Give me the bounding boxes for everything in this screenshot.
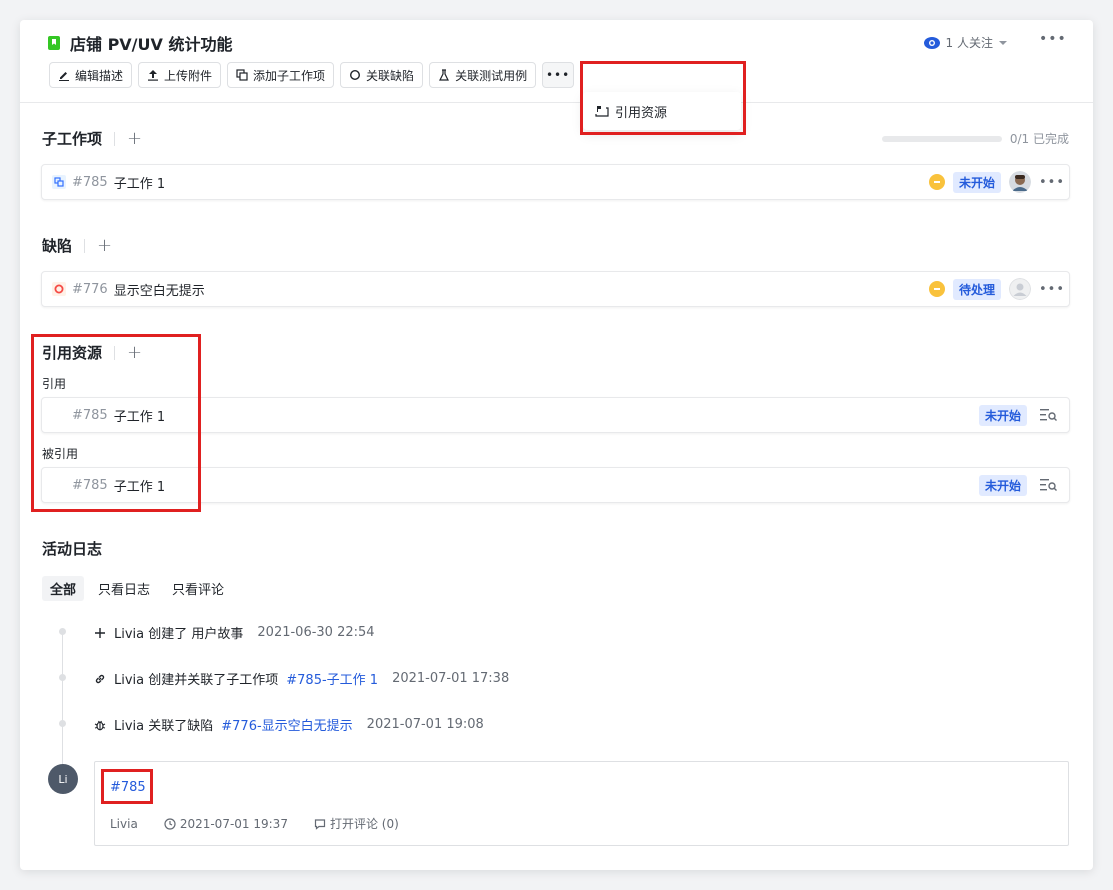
timeline-dot: [59, 720, 66, 727]
bug-link[interactable]: #776-显示空白无提示: [221, 715, 352, 734]
progress-bar: [881, 135, 1002, 142]
eye-icon: [923, 36, 940, 49]
flask-icon: [439, 69, 450, 81]
list-search-icon[interactable]: [1039, 407, 1059, 423]
subitem-row[interactable]: #785 子工作 1 未开始 •••: [41, 164, 1070, 200]
comment-time: 2021-07-01 19:37: [179, 816, 288, 831]
comment-meta: Livia 2021-07-01 19:37 打开评论 (0): [110, 815, 399, 832]
add-subitem-plus-button[interactable]: +: [127, 129, 142, 148]
commenter-avatar[interactable]: Li: [48, 764, 78, 794]
subitem-type-icon: [52, 175, 66, 189]
bug-icon: [94, 720, 106, 730]
subitem-link[interactable]: #785-子工作 1: [286, 669, 378, 688]
highlight-box-references: [31, 334, 201, 512]
tab-comments-only[interactable]: 只看评论: [164, 576, 232, 601]
progress-text: 0/1 已完成: [1009, 132, 1069, 146]
bug-id: #776: [72, 281, 108, 297]
row-more-button[interactable]: •••: [1039, 175, 1064, 190]
timeline-dot: [59, 628, 66, 635]
log-entry: Livia 创建了 用户故事 2021-06-30 22:54: [94, 623, 375, 642]
page-title: 店铺 PV/UV 统计功能: [70, 35, 233, 54]
work-item-detail-card: 店铺 PV/UV 统计功能 1 人关注 ••• 编辑描述 上传附件 添加子工作项…: [20, 20, 1093, 870]
clock-icon: [164, 817, 176, 830]
link-icon: [95, 674, 105, 683]
subitem-id: #785: [72, 174, 108, 190]
highlight-box-comment-link: [101, 769, 153, 804]
plus-icon: [95, 627, 105, 638]
row-more-button[interactable]: •••: [1039, 282, 1064, 297]
tab-all[interactable]: 全部: [42, 576, 85, 601]
highlight-box-dropdown: [580, 61, 746, 135]
link-bug-button[interactable]: 关联缺陷: [340, 62, 424, 88]
timeline-line: [62, 632, 63, 772]
comment-box: #785 Livia 2021-07-01 19:37 打开评论 (0): [94, 761, 1069, 846]
add-subitem-button[interactable]: 添加子工作项: [227, 62, 335, 88]
tab-logs-only[interactable]: 只看日志: [90, 576, 158, 601]
add-bug-plus-button[interactable]: +: [97, 236, 112, 255]
status-badge[interactable]: 未开始: [978, 474, 1027, 496]
upload-icon: [148, 70, 159, 81]
unassigned-avatar[interactable]: [1009, 278, 1031, 300]
bug-name[interactable]: 显示空白无提示: [114, 280, 205, 299]
upload-attachment-button[interactable]: 上传附件: [138, 62, 222, 88]
list-search-icon[interactable]: [1039, 477, 1059, 493]
comment-author: Livia: [110, 816, 138, 831]
toolbar-more-button[interactable]: •••: [542, 62, 575, 88]
circle-icon: [350, 69, 361, 81]
caret-down-icon: [999, 40, 1007, 45]
subitem-icon: [236, 69, 248, 81]
bug-type-icon: [52, 282, 66, 296]
comment-icon: [314, 818, 326, 830]
bugs-section-title: 缺陷 +: [42, 234, 113, 256]
activity-tabs: 全部 只看日志 只看评论: [42, 576, 232, 601]
title-row: 店铺 PV/UV 统计功能: [48, 32, 232, 54]
status-badge[interactable]: 未开始: [952, 171, 1001, 193]
log-entry: Livia 创建并关联了子工作项 #785-子工作 1 2021-07-01 1…: [94, 669, 509, 688]
follow-button[interactable]: 1 人关注: [923, 34, 1007, 51]
status-badge[interactable]: 待处理: [952, 278, 1001, 300]
link-testcase-button[interactable]: 关联测试用例: [429, 62, 537, 88]
pencil-icon: [59, 72, 69, 81]
header-divider: [20, 102, 1093, 103]
subitem-name[interactable]: 子工作 1: [114, 173, 165, 192]
activity-section-title: 活动日志: [42, 540, 103, 558]
bookmark-icon: [48, 36, 60, 50]
more-actions-button[interactable]: •••: [1039, 32, 1066, 50]
toolbar: 编辑描述 上传附件 添加子工作项 关联缺陷 关联测试用例 •••: [49, 62, 575, 88]
open-comments-button[interactable]: 打开评论 (0): [314, 815, 399, 832]
edit-description-button[interactable]: 编辑描述: [49, 62, 133, 88]
priority-medium-icon: [928, 174, 945, 190]
bug-row[interactable]: #776 显示空白无提示 待处理 •••: [41, 271, 1070, 307]
subitems-progress: 0/1 已完成: [881, 130, 1069, 147]
priority-medium-icon: [928, 281, 945, 297]
timeline-dot: [59, 674, 66, 681]
status-badge[interactable]: 未开始: [978, 404, 1027, 426]
followers-count: 1 人关注: [945, 36, 993, 50]
log-entry: Livia 关联了缺陷 #776-显示空白无提示 2021-07-01 19:0…: [94, 715, 484, 734]
assignee-avatar[interactable]: [1009, 171, 1031, 193]
subitems-section-title: 子工作项 +: [42, 127, 143, 149]
